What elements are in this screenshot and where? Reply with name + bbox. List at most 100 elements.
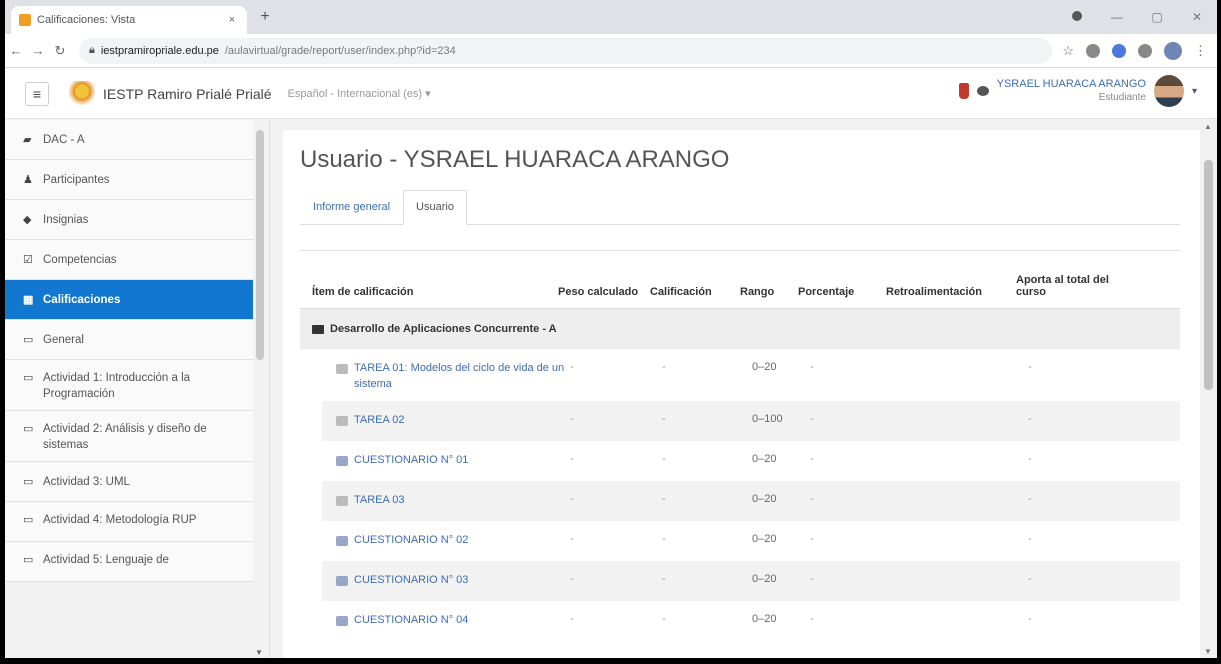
checklist-icon: ☑ [23,254,33,266]
sidebar-item[interactable]: ▦ Calificaciones [5,280,253,320]
lock-icon: 🔒︎ [89,44,95,56]
grade-item-link[interactable]: TAREA 01: Modelos del ciclo de vida de u… [354,361,570,393]
drawer-toggle-button[interactable]: ≡ [25,81,49,106]
drawer-scrollbar[interactable] [256,130,264,360]
grade-item-link[interactable]: CUESTIONARIO N° 01 [354,453,468,473]
sidebar-item-label: Actividad 2: Análisis y diseño de sistem… [43,423,207,451]
assignment-icon [336,415,348,426]
grade-item-link[interactable]: CUESTIONARIO N° 03 [354,573,468,593]
browser-tab[interactable]: Calificaciones: Vista × [11,6,247,34]
grade-item-link[interactable]: TAREA 02 [354,413,405,433]
sidebar-item[interactable]: ▭ Actividad 5: Lenguaje de [5,542,253,583]
table-row: TAREA 02 - - 0–100 - - [322,400,1180,441]
quiz-icon [336,455,348,466]
notification-bell-icon[interactable] [958,83,969,99]
assignment-icon [336,495,348,506]
col-header-calificacion: Calificación [650,286,712,298]
puzzle-icon[interactable] [1138,43,1152,58]
grade-item-cell: CUESTIONARIO N° 03 [322,561,570,601]
profile-avatar-icon[interactable] [1164,41,1182,60]
bookmark-star-icon[interactable]: ☆ [1062,43,1074,59]
extension-icon[interactable] [1112,43,1126,58]
col-header-rango: Rango [740,286,775,298]
cell-retro [898,441,1028,481]
folder-icon: ▭ [23,514,34,527]
sidebar-item[interactable]: ▭ General [5,320,253,360]
folder-icon [312,324,324,334]
new-tab-button[interactable]: + [255,8,275,26]
site-logo[interactable] [69,80,95,107]
user-menu[interactable]: YSRAEL HUARACA ARANGO Estudiante [997,78,1146,103]
sidebar-item[interactable]: ♟ Participantes [5,160,253,200]
browser-tab-title: Calificaciones: Vista [37,14,136,26]
table-row: CUESTIONARIO N° 03 - - 0–20 - - [322,560,1180,601]
favicon-icon [19,14,31,26]
site-navbar: ≡ IESTP Ramiro Prialé Prialé Español - I… [5,69,1217,119]
cell-rango: 0–20 [752,572,777,585]
maximize-button[interactable]: ▢ [1137,10,1177,24]
tab-informe-general[interactable]: Informe general [300,190,403,224]
sidebar-item[interactable]: ▭ Actividad 4: Metodología RUP [5,502,253,543]
back-arrow-icon[interactable]: ← [5,43,27,58]
extensions-bar: ☆ ⋮ [1052,41,1217,60]
site-name[interactable]: IESTP Ramiro Prialé Prialé [103,86,272,102]
quiz-icon [336,535,348,546]
folder-icon: ▭ [23,476,34,489]
col-header-retroalimentacion: Retroalimentación [886,286,982,298]
sidebar-item[interactable]: ▭ Actividad 1: Introducción a la Programa… [5,360,253,412]
page-scrollbar[interactable]: ▲ ▼ [1200,120,1217,658]
sidebar-item-label: Actividad 1: Introducción a la Programac… [43,372,191,400]
cell-aporta: - [1028,572,1032,585]
forward-arrow-icon[interactable]: → [27,43,49,58]
shield-icon: ◆ [23,214,32,226]
close-tab-icon[interactable]: × [225,14,239,26]
cell-porcentaje: - [810,572,814,585]
cell-aporta: - [1028,361,1032,373]
quiz-icon [336,615,348,626]
avatar[interactable] [1153,75,1184,107]
col-header-aporta: Aporta al total del curso [1016,274,1109,298]
reload-icon[interactable]: ↻ [49,43,71,59]
url-field[interactable]: 🔒︎ iestpramiropriale.edu.pe/aulavirtual/… [79,37,1053,64]
content-card: Usuario - YSRAEL HUARACA ARANGO Informe … [283,130,1200,658]
close-window-button[interactable]: ✕ [1177,10,1217,24]
page-title: Usuario - YSRAEL HUARACA ARANGO [300,146,730,173]
folder-icon: ▭ [23,372,34,384]
drawer-scroll-down-icon[interactable]: ▼ [255,648,263,657]
sidebar-item[interactable]: ▰ DAC - A [5,120,253,160]
main-region: Usuario - YSRAEL HUARACA ARANGO Informe … [270,120,1200,658]
report-tabs: Informe general Usuario [300,190,1180,225]
cell-porcentaje: - [810,612,814,625]
extension-icon[interactable] [1086,43,1100,58]
cell-calificacion: - [662,412,666,425]
folder-icon: ▭ [23,554,34,567]
sidebar-item-label: General [43,333,84,346]
sidebar-item[interactable]: ◆ Insignias [5,200,253,240]
menu-dots-icon[interactable]: ⋮ [1194,43,1207,59]
user-name: YSRAEL HUARACA ARANGO [996,78,1146,91]
sidebar-item[interactable]: ▭ Actividad 2: Análisis y diseño de siste… [5,411,253,463]
sidebar-item-label: Actividad 4: Metodología RUP [43,514,197,527]
language-selector[interactable]: Español - Internacional (es) ▾ [288,87,431,100]
sidebar-item[interactable]: ☑ Competencias [5,240,253,280]
grade-item-link[interactable]: TAREA 03 [354,493,405,513]
sidebar-item-label: Actividad 5: Lenguaje de [43,554,169,567]
cell-rango: 0–100 [752,412,783,425]
cell-calificacion: - [662,492,666,505]
tab-usuario[interactable]: Usuario [403,190,467,225]
grade-item-link[interactable]: CUESTIONARIO N° 02 [354,533,468,553]
table-icon: ▦ [23,294,34,306]
profile-dot-icon[interactable] [1057,10,1097,24]
sidebar-item[interactable]: ▭ Actividad 3: UML [5,462,253,503]
grade-item-link[interactable]: CUESTIONARIO N° 04 [354,613,468,633]
col-header-peso: Peso calculado [558,286,639,298]
scroll-up-icon[interactable]: ▲ [1204,122,1212,131]
chevron-down-icon[interactable]: ▾ [1192,86,1197,97]
scroll-down-icon[interactable]: ▼ [1204,647,1212,656]
assignment-icon [336,364,348,374]
cell-retro [898,601,1028,641]
messages-icon[interactable] [976,86,989,96]
minimize-button[interactable]: — [1097,10,1137,24]
table-row: TAREA 01: Modelos del ciclo de vida de u… [322,349,1180,401]
scrollbar-thumb[interactable] [1204,160,1213,390]
